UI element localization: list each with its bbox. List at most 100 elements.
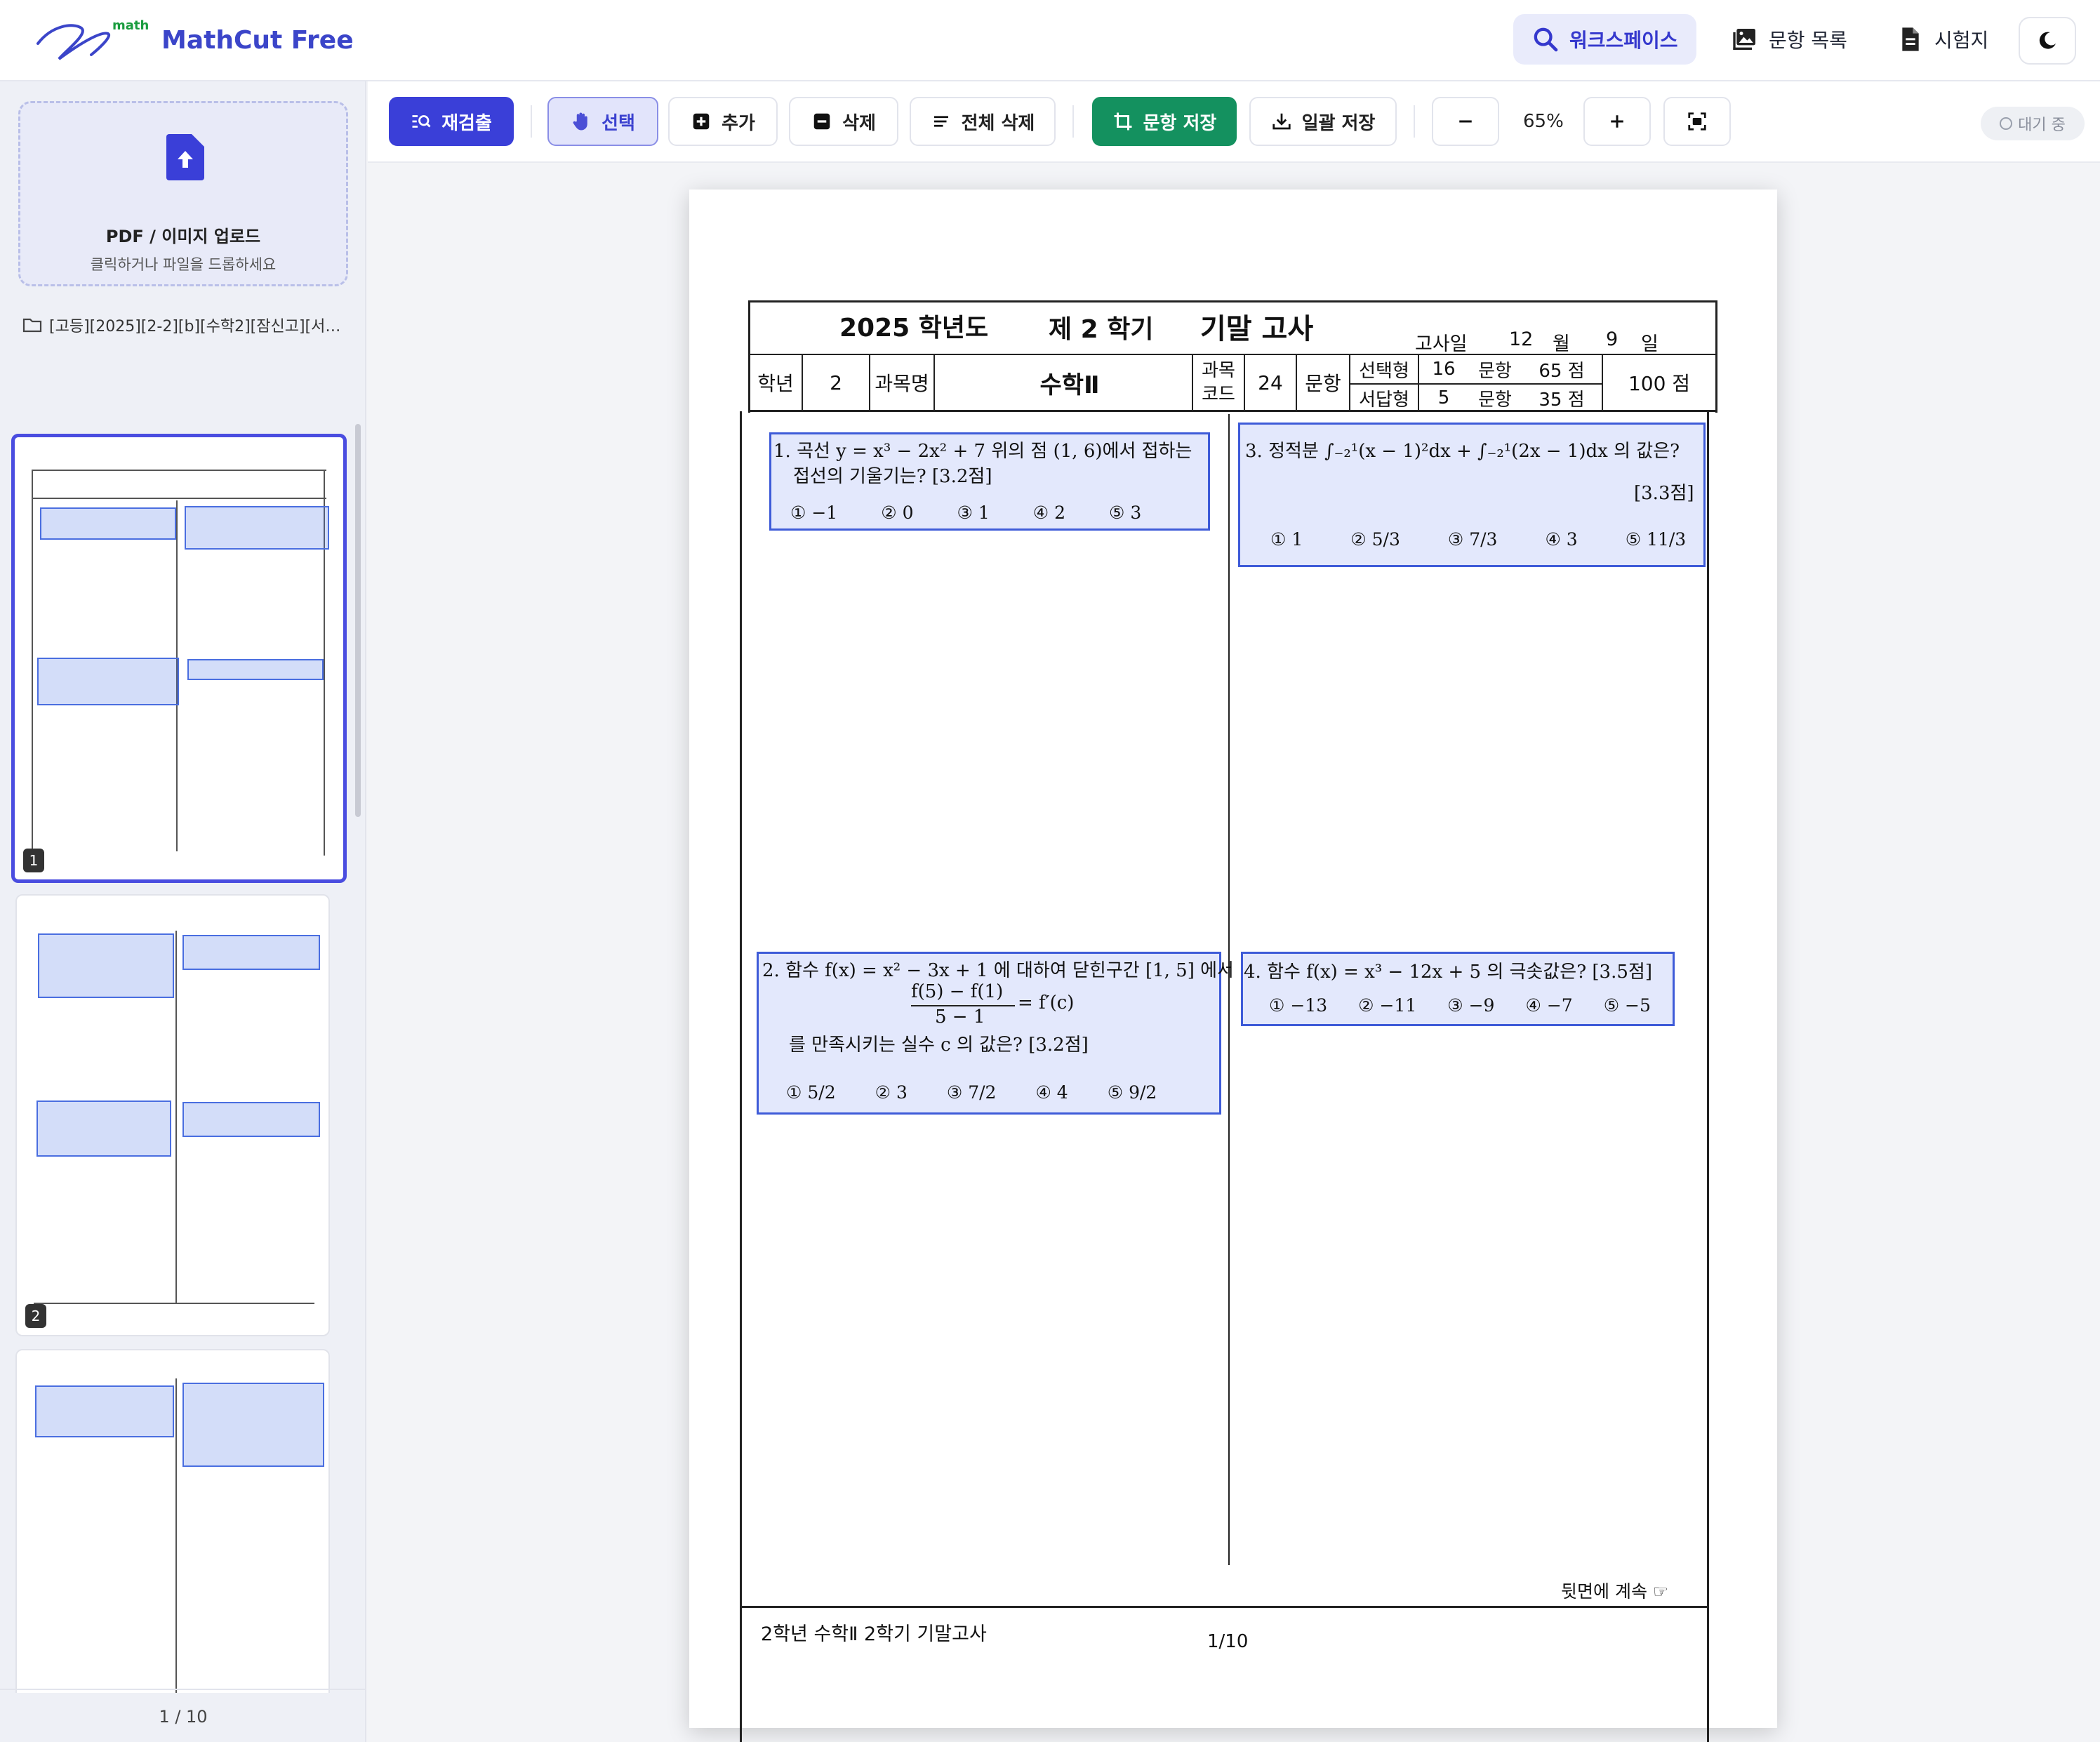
fit-screen-icon bbox=[1688, 112, 1706, 131]
q3-option: ① 1 bbox=[1270, 529, 1303, 550]
q4-option: ③ −9 bbox=[1447, 995, 1495, 1016]
q1-option: ② 0 bbox=[881, 503, 914, 523]
select-tool-label: 선택 bbox=[602, 112, 635, 134]
q2-option: ③ 7/2 bbox=[946, 1082, 997, 1103]
thumbnail-list: 1 2 3 bbox=[0, 352, 366, 1693]
theme-toggle-button[interactable] bbox=[2019, 17, 2076, 65]
q2-option: ② 3 bbox=[875, 1082, 908, 1103]
status-badge: 대기 중 bbox=[1981, 107, 2085, 140]
item-label: 문항 bbox=[1305, 372, 1341, 395]
exam-term: 제 2 학기 bbox=[1049, 315, 1154, 344]
upload-dropzone[interactable]: PDF / 이미지 업로드 클릭하거나 파일을 드롭하세요 bbox=[18, 101, 348, 286]
q3-options: ① 1 ② 5/3 ③ 7/3 ④ 3 ⑤ 11/3 bbox=[1270, 529, 1686, 550]
page-number-badge: 2 bbox=[25, 1304, 46, 1328]
delete-all-button[interactable]: 전체 삭제 bbox=[910, 97, 1056, 146]
date-month-num: 12 bbox=[1509, 328, 1534, 350]
q4-option: ① −13 bbox=[1269, 995, 1328, 1016]
upload-subtitle: 클릭하거나 파일을 드롭하세요 bbox=[90, 256, 277, 273]
scan-search-icon bbox=[412, 115, 431, 128]
app-name: MathCut Free bbox=[161, 26, 354, 55]
q2-fraction-rhs: = f′(c) bbox=[1018, 992, 1075, 1013]
crop-icon bbox=[1114, 112, 1132, 131]
q3-option: ④ 3 bbox=[1545, 529, 1578, 550]
add-button[interactable]: 추가 bbox=[668, 97, 778, 146]
status-text: 대기 중 bbox=[2018, 117, 2066, 134]
q3-line1: 3. 정적분 ∫₋₂¹(x − 1)²dx + ∫₋₂¹(2x − 1)dx 의… bbox=[1245, 441, 1680, 462]
nav-problems-label: 문항 목록 bbox=[1769, 29, 1847, 52]
page-number-badge: 1 bbox=[23, 849, 44, 872]
q4-line1: 4. 함수 f(x) = x³ − 12x + 5 의 극솟값은? [3.5점] bbox=[1244, 962, 1652, 983]
save-all-label: 일괄 저장 bbox=[1301, 112, 1376, 134]
images-icon bbox=[1733, 29, 1755, 50]
download-icon bbox=[1272, 113, 1291, 130]
upload-title: PDF / 이미지 업로드 bbox=[105, 227, 261, 246]
zoom-in-button[interactable] bbox=[1583, 97, 1651, 146]
sa-count: 5 bbox=[1437, 387, 1450, 408]
folder-icon bbox=[22, 318, 42, 333]
mc-score: 65 점 bbox=[1539, 360, 1585, 382]
add-label: 추가 bbox=[722, 112, 755, 134]
grade-label: 학년 bbox=[757, 372, 794, 395]
logo[interactable]: math MathCut Free bbox=[31, 15, 354, 66]
q2-line3: 를 만족시키는 실수 c 의 값은? [3.2점] bbox=[789, 1035, 1089, 1056]
zoom-out-button[interactable] bbox=[1432, 97, 1499, 146]
redetect-label: 재검출 bbox=[441, 112, 492, 134]
nav-exam[interactable]: 시험지 bbox=[1878, 14, 2007, 65]
logo-tag: math bbox=[112, 18, 149, 33]
select-tool-button[interactable]: 선택 bbox=[547, 97, 658, 146]
app-root: math MathCut Free 워크스페이스 문항 목록 시험지 PDF /… bbox=[0, 0, 2100, 1742]
sa-score: 35 점 bbox=[1539, 389, 1585, 411]
moon-icon bbox=[2039, 32, 2056, 49]
file-name: [고등][2025][2-2][b][수학2][잠신고][서… bbox=[49, 318, 341, 335]
toolbar: 재검출 선택 추가 삭제 전체 삭제 문항 저장 일괄 저장 65% 대기 중 bbox=[368, 81, 2100, 163]
q1-option: ⑤ 3 bbox=[1109, 503, 1142, 523]
q2-fraction-bottom: 5 − 1 bbox=[935, 1006, 985, 1028]
status-circle-icon bbox=[2000, 117, 2013, 130]
file-entry[interactable]: [고등][2025][2-2][b][수학2][잠신고][서… bbox=[22, 313, 352, 337]
date-day: 일 bbox=[1641, 333, 1659, 355]
page-thumbnail-3[interactable]: 3 bbox=[15, 1349, 330, 1693]
fit-screen-button[interactable] bbox=[1663, 97, 1731, 146]
zoom-level: 65% bbox=[1523, 111, 1564, 132]
q4-options: ① −13 ② −11 ③ −9 ④ −7 ⑤ −5 bbox=[1269, 995, 1651, 1016]
document-page[interactable]: 2025 학년도 제 2 학기 기말 고사 고사일 12 월 9 일 학년 2 … bbox=[689, 190, 1777, 1742]
exam-name: 기말 고사 bbox=[1200, 313, 1314, 345]
q1-option: ① −1 bbox=[790, 503, 838, 523]
minus-square-icon bbox=[813, 113, 830, 130]
hand-icon bbox=[573, 112, 587, 131]
delete-button[interactable]: 삭제 bbox=[789, 97, 898, 146]
save-all-button[interactable]: 일괄 저장 bbox=[1249, 97, 1397, 146]
footer-page-number: 1/10 bbox=[1207, 1631, 1249, 1652]
date-day-num: 9 bbox=[1606, 328, 1619, 350]
save-problem-button[interactable]: 문항 저장 bbox=[1092, 97, 1237, 146]
delete-label: 삭제 bbox=[842, 112, 876, 134]
nav-workspace[interactable]: 워크스페이스 bbox=[1513, 14, 1696, 65]
redetect-button[interactable]: 재검출 bbox=[389, 97, 514, 146]
exam-year: 2025 학년도 bbox=[839, 314, 989, 343]
subject-value: 수학Ⅱ bbox=[1039, 371, 1100, 399]
save-problem-label: 문항 저장 bbox=[1143, 112, 1217, 134]
q2-options: ① 5/2 ② 3 ③ 7/2 ④ 4 ⑤ 9/2 bbox=[786, 1082, 1157, 1103]
date-label: 고사일 bbox=[1415, 333, 1468, 355]
logo-icon: math bbox=[36, 18, 149, 60]
document-icon bbox=[1902, 27, 1919, 51]
nav-problems[interactable]: 문항 목록 bbox=[1713, 14, 1866, 65]
subject-label: 과목명 bbox=[875, 372, 929, 395]
date-month: 월 bbox=[1553, 333, 1570, 355]
page-thumbnail-2[interactable]: 2 bbox=[15, 894, 330, 1336]
q3-option: ⑤ 11/3 bbox=[1625, 529, 1687, 550]
q4-option: ② −11 bbox=[1358, 995, 1417, 1016]
q4-option: ④ −7 bbox=[1525, 995, 1573, 1016]
minus-icon bbox=[1459, 120, 1472, 123]
sidebar-scrollbar[interactable] bbox=[355, 424, 361, 817]
mc-unit: 문항 bbox=[1478, 360, 1512, 382]
q3-option: ② 5/3 bbox=[1350, 529, 1400, 550]
q3-score: [3.3점] bbox=[1634, 483, 1694, 504]
q1-option: ④ 2 bbox=[1032, 503, 1066, 523]
clear-lines-icon bbox=[933, 116, 948, 127]
q2-option: ⑤ 9/2 bbox=[1107, 1082, 1157, 1103]
continue-note: 뒷면에 계속 ☞ bbox=[1561, 1581, 1669, 1602]
q4-option: ⑤ −5 bbox=[1603, 995, 1651, 1016]
nav-workspace-label: 워크스페이스 bbox=[1569, 29, 1678, 52]
page-thumbnail-1[interactable]: 1 bbox=[11, 434, 347, 883]
